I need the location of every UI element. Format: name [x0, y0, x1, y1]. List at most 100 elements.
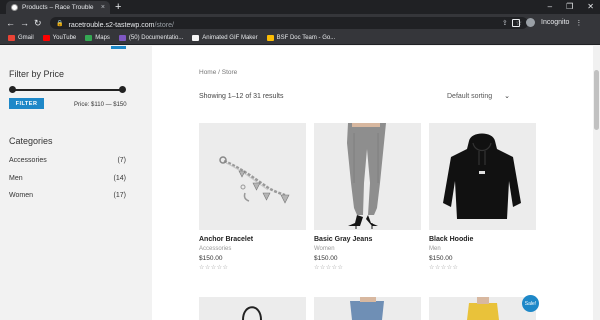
scrollbar[interactable]	[593, 46, 600, 320]
chevron-down-icon: ⌄	[504, 93, 511, 100]
youtube-icon	[42, 35, 50, 41]
reload-icon[interactable]: ↻	[34, 17, 42, 29]
category-item-accessories[interactable]: Accessories (7)	[9, 157, 126, 164]
product-card[interactable]: Black Hoodie Men $150.00 ☆☆☆☆☆	[429, 123, 536, 271]
site-favicon-icon	[11, 4, 18, 11]
minimize-icon[interactable]: –	[548, 1, 552, 13]
bookmark-youtube[interactable]: YouTube	[42, 35, 77, 41]
store-page: Filter by Price FILTER Price: $110 — $15…	[0, 46, 600, 320]
filter-by-price-heading: Filter by Price	[9, 69, 65, 79]
category-item-men[interactable]: Men (14)	[9, 175, 126, 182]
price-slider-track[interactable]	[12, 89, 122, 91]
bookmark-label: Animated GIF Maker	[202, 35, 258, 41]
url-input[interactable]: 🔒 racetrouble.s2-tastewp.com/store/ ⇪ ☆	[50, 17, 528, 29]
tab-title: Products – Race Trouble	[22, 4, 94, 11]
bookmark-label: Maps	[95, 35, 110, 41]
window-controls: – ❐ ✕	[548, 1, 594, 13]
product-rating-stars: ☆☆☆☆☆	[199, 265, 229, 271]
url-text: racetrouble.s2-tastewp.com/store/	[68, 14, 173, 32]
shop-sidebar: Filter by Price FILTER Price: $110 — $15…	[0, 46, 152, 320]
product-listing: Home / Store Showing 1–12 of 31 results …	[152, 46, 600, 320]
category-name[interactable]: Men	[9, 175, 23, 182]
price-slider-max-handle[interactable]	[119, 86, 126, 93]
product-card[interactable]: Anchor Bracelet Accessories $150.00 ☆☆☆☆…	[199, 123, 306, 271]
bookmark-documentation[interactable]: (50) Documentatio...	[118, 35, 184, 41]
bookmark-bsf-doc[interactable]: BSF Doc Team - Go...	[266, 35, 336, 41]
product-price: $150.00	[199, 255, 223, 262]
product-image-jeans-2[interactable]	[314, 297, 421, 320]
scrollbar-thumb[interactable]	[594, 70, 599, 130]
category-item-women[interactable]: Women (17)	[9, 192, 126, 199]
bsf-doc-icon	[266, 35, 274, 41]
forward-icon[interactable]: →	[20, 17, 29, 29]
lock-icon: 🔒	[56, 20, 64, 27]
product-name[interactable]: Anchor Bracelet	[199, 236, 306, 243]
category-name[interactable]: Accessories	[9, 157, 47, 164]
price-slider-min-handle[interactable]	[9, 86, 16, 93]
sorting-label: Default sorting	[447, 92, 493, 100]
bookmark-label: BSF Doc Team - Go...	[276, 35, 336, 41]
product-category: Accessories	[199, 246, 232, 252]
product-name[interactable]: Black Hoodie	[429, 236, 536, 243]
product-image-hoodie[interactable]	[429, 123, 536, 230]
documentation-icon	[118, 35, 126, 41]
product-card[interactable]: Basic Gray Jeans Women $150.00 ☆☆☆☆☆	[314, 123, 421, 271]
bookmarks-bar: Gmail YouTube Maps (50) Documentatio... …	[0, 32, 600, 45]
browser-tab[interactable]: Products – Race Trouble ×	[6, 1, 110, 14]
product-image-yellow[interactable]	[429, 297, 536, 320]
product-image-jeans[interactable]	[314, 123, 421, 230]
incognito-icon[interactable]	[526, 18, 535, 27]
yellow-top-image	[467, 297, 499, 320]
gmail-icon	[8, 35, 15, 41]
product-price: $150.00	[314, 255, 338, 262]
category-name[interactable]: Women	[9, 192, 33, 199]
bracelet-image	[219, 156, 290, 204]
product-name[interactable]: Basic Gray Jeans	[314, 236, 421, 243]
jeans-image	[347, 123, 386, 229]
url-path: /store/	[154, 22, 174, 29]
maps-icon	[85, 35, 93, 41]
bag-image	[242, 306, 262, 320]
price-range-label: Price: $110 — $150	[74, 102, 127, 108]
share-icon[interactable]: ⇪	[502, 19, 508, 27]
new-tab-button[interactable]: +	[115, 1, 121, 13]
maximize-icon[interactable]: ❐	[566, 1, 573, 13]
browser-tab-bar: Products – Race Trouble × + – ❐ ✕	[0, 0, 600, 14]
filter-button[interactable]: FILTER	[9, 98, 44, 109]
product-price: $150.00	[429, 255, 453, 262]
incognito-label: Incognito	[541, 19, 570, 26]
sorting-select[interactable]: Default sorting ⌄	[447, 92, 511, 101]
gif-maker-icon	[192, 35, 200, 41]
menu-kebab-icon[interactable]: ⋮	[575, 19, 582, 27]
breadcrumb[interactable]: Home / Store	[199, 69, 237, 76]
sale-badge: Sale!	[522, 295, 539, 312]
browser-actions: Incognito ⋮	[512, 18, 582, 27]
hoodie-image	[443, 133, 521, 219]
category-count: (14)	[113, 175, 126, 182]
categories-heading: Categories	[9, 136, 53, 146]
side-panel-icon[interactable]	[512, 18, 520, 27]
category-count: (7)	[117, 157, 126, 164]
bookmark-label: Gmail	[18, 35, 34, 41]
tab-close-icon[interactable]: ×	[101, 4, 105, 11]
category-count: (17)	[113, 192, 126, 199]
product-category: Men	[429, 246, 441, 252]
url-host: racetrouble.s2-tastewp.com	[68, 22, 155, 29]
product-rating-stars: ☆☆☆☆☆	[429, 265, 459, 271]
bookmark-maps[interactable]: Maps	[85, 35, 110, 41]
product-rating-stars: ☆☆☆☆☆	[314, 265, 344, 271]
product-image-bracelet[interactable]	[199, 123, 306, 230]
close-window-icon[interactable]: ✕	[587, 1, 594, 13]
bookmark-gif-maker[interactable]: Animated GIF Maker	[192, 35, 258, 41]
back-icon[interactable]: ←	[6, 17, 15, 29]
address-bar-row: ← → ↻ 🔒 racetrouble.s2-tastewp.com/store…	[0, 14, 600, 32]
price-prefix: Price:	[74, 102, 92, 108]
price-range-value: $110 — $150	[91, 102, 127, 108]
product-category: Women	[314, 246, 335, 252]
product-image-bag[interactable]	[199, 297, 306, 320]
result-count: Showing 1–12 of 31 results	[199, 93, 284, 100]
bookmark-label: (50) Documentatio...	[128, 35, 184, 41]
bookmark-label: YouTube	[52, 35, 77, 41]
sidebar-top-button[interactable]	[111, 46, 126, 49]
bookmark-gmail[interactable]: Gmail	[8, 35, 34, 41]
